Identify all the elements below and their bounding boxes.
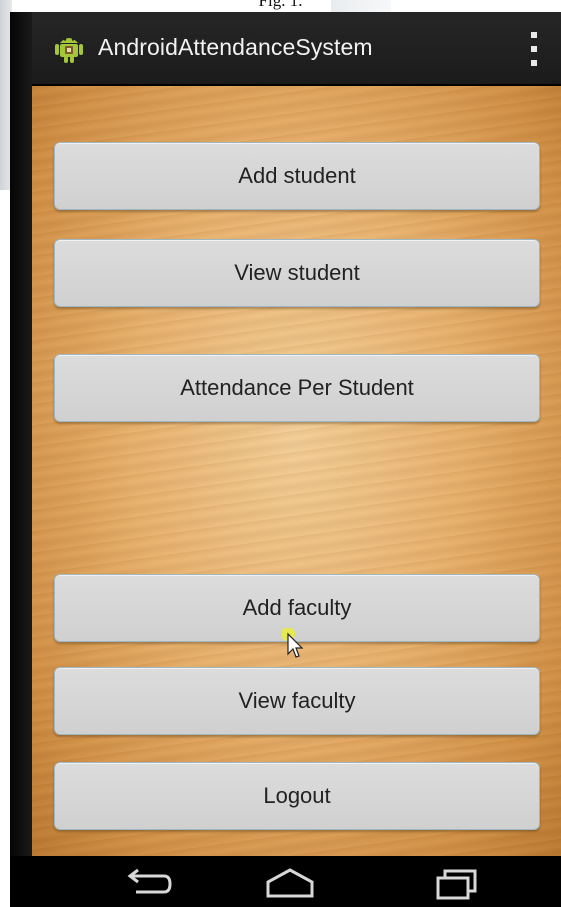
app-title: AndroidAttendanceSystem bbox=[98, 34, 373, 60]
add-student-button[interactable]: Add student bbox=[54, 142, 540, 210]
navigation-bar bbox=[10, 856, 561, 907]
back-icon[interactable] bbox=[118, 866, 174, 902]
figure-caption-text: Fig. 1. bbox=[258, 0, 303, 10]
view-faculty-button[interactable]: View faculty bbox=[54, 667, 540, 735]
mouse-pointer-icon bbox=[282, 628, 304, 658]
logout-button[interactable]: Logout bbox=[54, 762, 540, 830]
phone-screen: AndroidAttendanceSystem Add student View… bbox=[10, 12, 561, 907]
view-student-button[interactable]: View student bbox=[54, 239, 540, 307]
phone-bezel bbox=[10, 12, 32, 907]
figure-caption: Fig. 1. bbox=[0, 0, 561, 12]
overflow-menu-icon[interactable] bbox=[529, 32, 539, 66]
main-content: Add student View student Attendance Per … bbox=[32, 86, 561, 856]
action-bar: AndroidAttendanceSystem bbox=[32, 12, 561, 86]
android-icon bbox=[55, 38, 83, 63]
recent-apps-icon[interactable] bbox=[428, 866, 484, 902]
attendance-per-student-button[interactable]: Attendance Per Student bbox=[54, 354, 540, 422]
home-icon[interactable] bbox=[260, 866, 320, 902]
